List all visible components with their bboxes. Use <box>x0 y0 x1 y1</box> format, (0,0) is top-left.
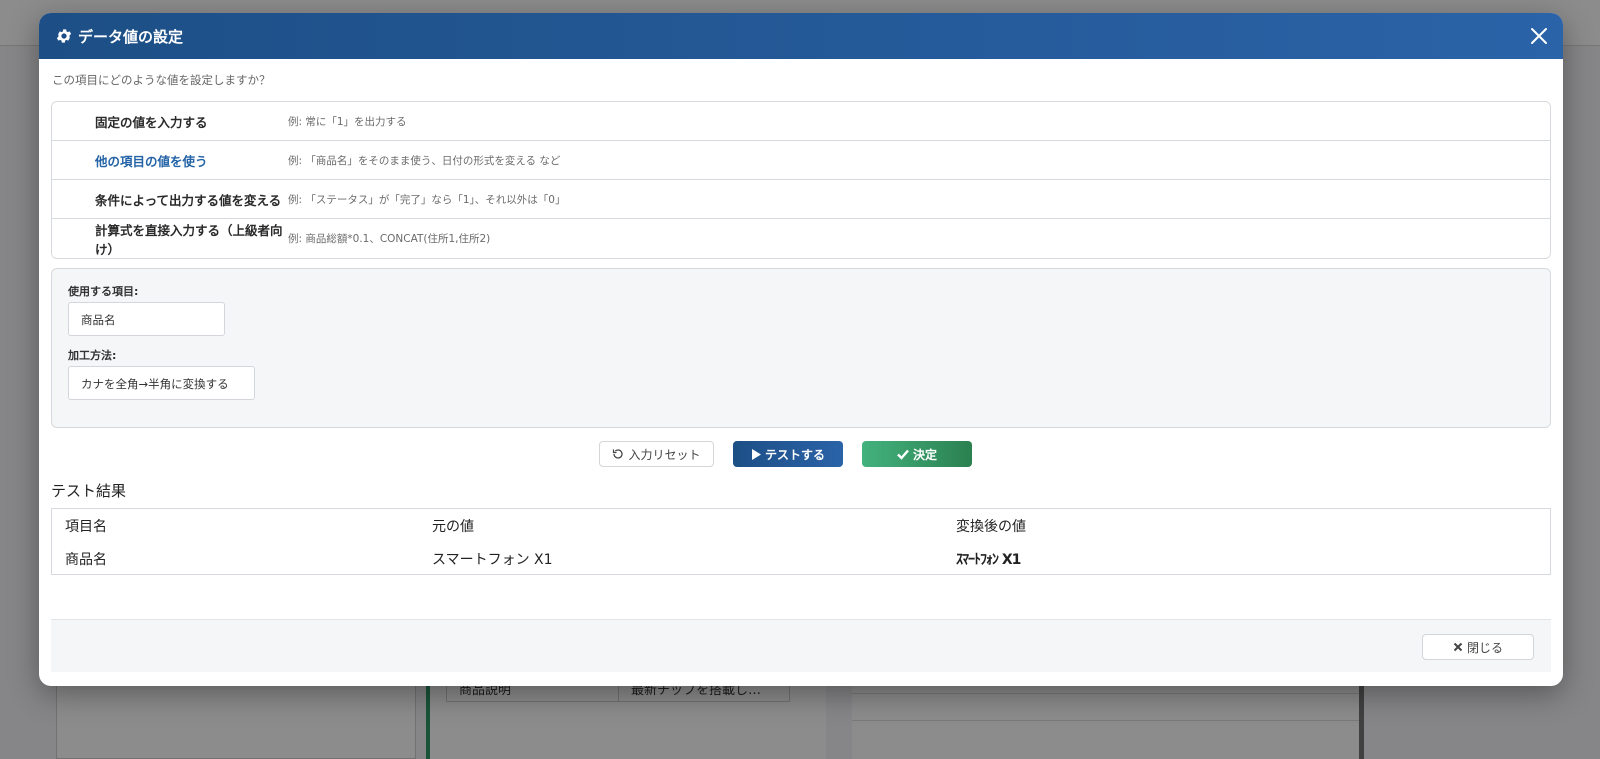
test-results-table: 項目名 元の値 変換後の値 商品名 スマートフォン X1 ｽﾏｰﾄﾌｫﾝ X1 <box>51 508 1551 575</box>
column-header: 項目名 <box>65 518 107 535</box>
test-button[interactable]: テストする <box>733 441 843 467</box>
option-label: 条件によって出力する値を変える <box>95 192 282 208</box>
close-icon <box>1453 642 1463 652</box>
reset-button[interactable]: 入力リセット <box>599 441 714 467</box>
column-header: 元の値 <box>432 518 474 535</box>
reset-button-label: 入力リセット <box>628 447 701 462</box>
option-conditional[interactable]: 条件によって出力する値を変える 例: 「ステータス」が「完了」なら「1」、それ以… <box>52 180 1550 219</box>
close-button[interactable]: 閉じる <box>1422 634 1534 660</box>
play-icon <box>751 448 761 460</box>
column-header: 変換後の値 <box>956 518 1026 535</box>
close-icon[interactable] <box>1527 24 1551 48</box>
source-field-label: 使用する項目: <box>68 285 139 298</box>
option-label: 計算式を直接入力する（上級者向け） <box>95 222 283 257</box>
check-icon <box>897 449 909 460</box>
option-example: 例: 「商品名」をそのまま使う、日付の形式を変える など <box>288 154 561 167</box>
option-example: 例: 商品総額*0.1、CONCAT(住所1,住所2) <box>288 233 491 245</box>
table-cell: スマートフォン X1 <box>432 551 553 568</box>
source-field-select[interactable]: 商品名 <box>68 302 225 336</box>
test-results-title: テスト結果 <box>51 482 127 500</box>
confirm-button-label: 決定 <box>912 447 937 462</box>
test-button-label: テストする <box>764 447 825 462</box>
undo-icon <box>613 449 624 459</box>
option-label: 固定の値を入力する <box>95 114 208 130</box>
confirm-button[interactable]: 決定 <box>862 441 972 467</box>
config-panel: 使用する項目: 商品名 加工方法: カナを全角→半角に変換する <box>51 268 1551 428</box>
method-field-select[interactable]: カナを全角→半角に変換する <box>68 366 255 400</box>
option-fixed-value[interactable]: 固定の値を入力する 例: 常に「1」を出力する <box>52 102 1550 141</box>
option-other-field[interactable]: 他の項目の値を使う 例: 「商品名」をそのまま使う、日付の形式を変える など <box>52 141 1550 180</box>
option-example: 例: 「ステータス」が「完了」なら「1」、それ以外は「0」 <box>288 193 566 206</box>
method-field-label: 加工方法: <box>68 349 117 362</box>
close-button-label: 閉じる <box>1466 640 1503 655</box>
data-value-settings-dialog: データ値の設定 この項目にどのような値を設定しますか？ 固定の値を入力する 例:… <box>39 13 1563 686</box>
option-example: 例: 常に「1」を出力する <box>288 115 407 128</box>
option-label: 他の項目の値を使う <box>95 153 208 169</box>
table-cell: ｽﾏｰﾄﾌｫﾝ X1 <box>956 551 1021 568</box>
table-cell: 商品名 <box>65 551 107 568</box>
value-type-options: 固定の値を入力する 例: 常に「1」を出力する 他の項目の値を使う 例: 「商品… <box>51 101 1551 259</box>
table-row: 商品名 スマートフォン X1 ｽﾏｰﾄﾌｫﾝ X1 <box>52 542 1550 575</box>
dialog-footer: 閉じる <box>51 619 1551 672</box>
dialog-question: この項目にどのような値を設定しますか？ <box>52 73 271 87</box>
option-formula[interactable]: 計算式を直接入力する（上級者向け） 例: 商品総額*0.1、CONCAT(住所1… <box>52 219 1550 258</box>
table-header-row: 項目名 元の値 変換後の値 <box>52 509 1550 542</box>
dialog-title: データ値の設定 <box>78 27 184 46</box>
dialog-header: データ値の設定 <box>39 13 1563 59</box>
action-buttons: 入力リセット テストする 決定 <box>39 441 1563 467</box>
gear-icon <box>56 29 72 43</box>
